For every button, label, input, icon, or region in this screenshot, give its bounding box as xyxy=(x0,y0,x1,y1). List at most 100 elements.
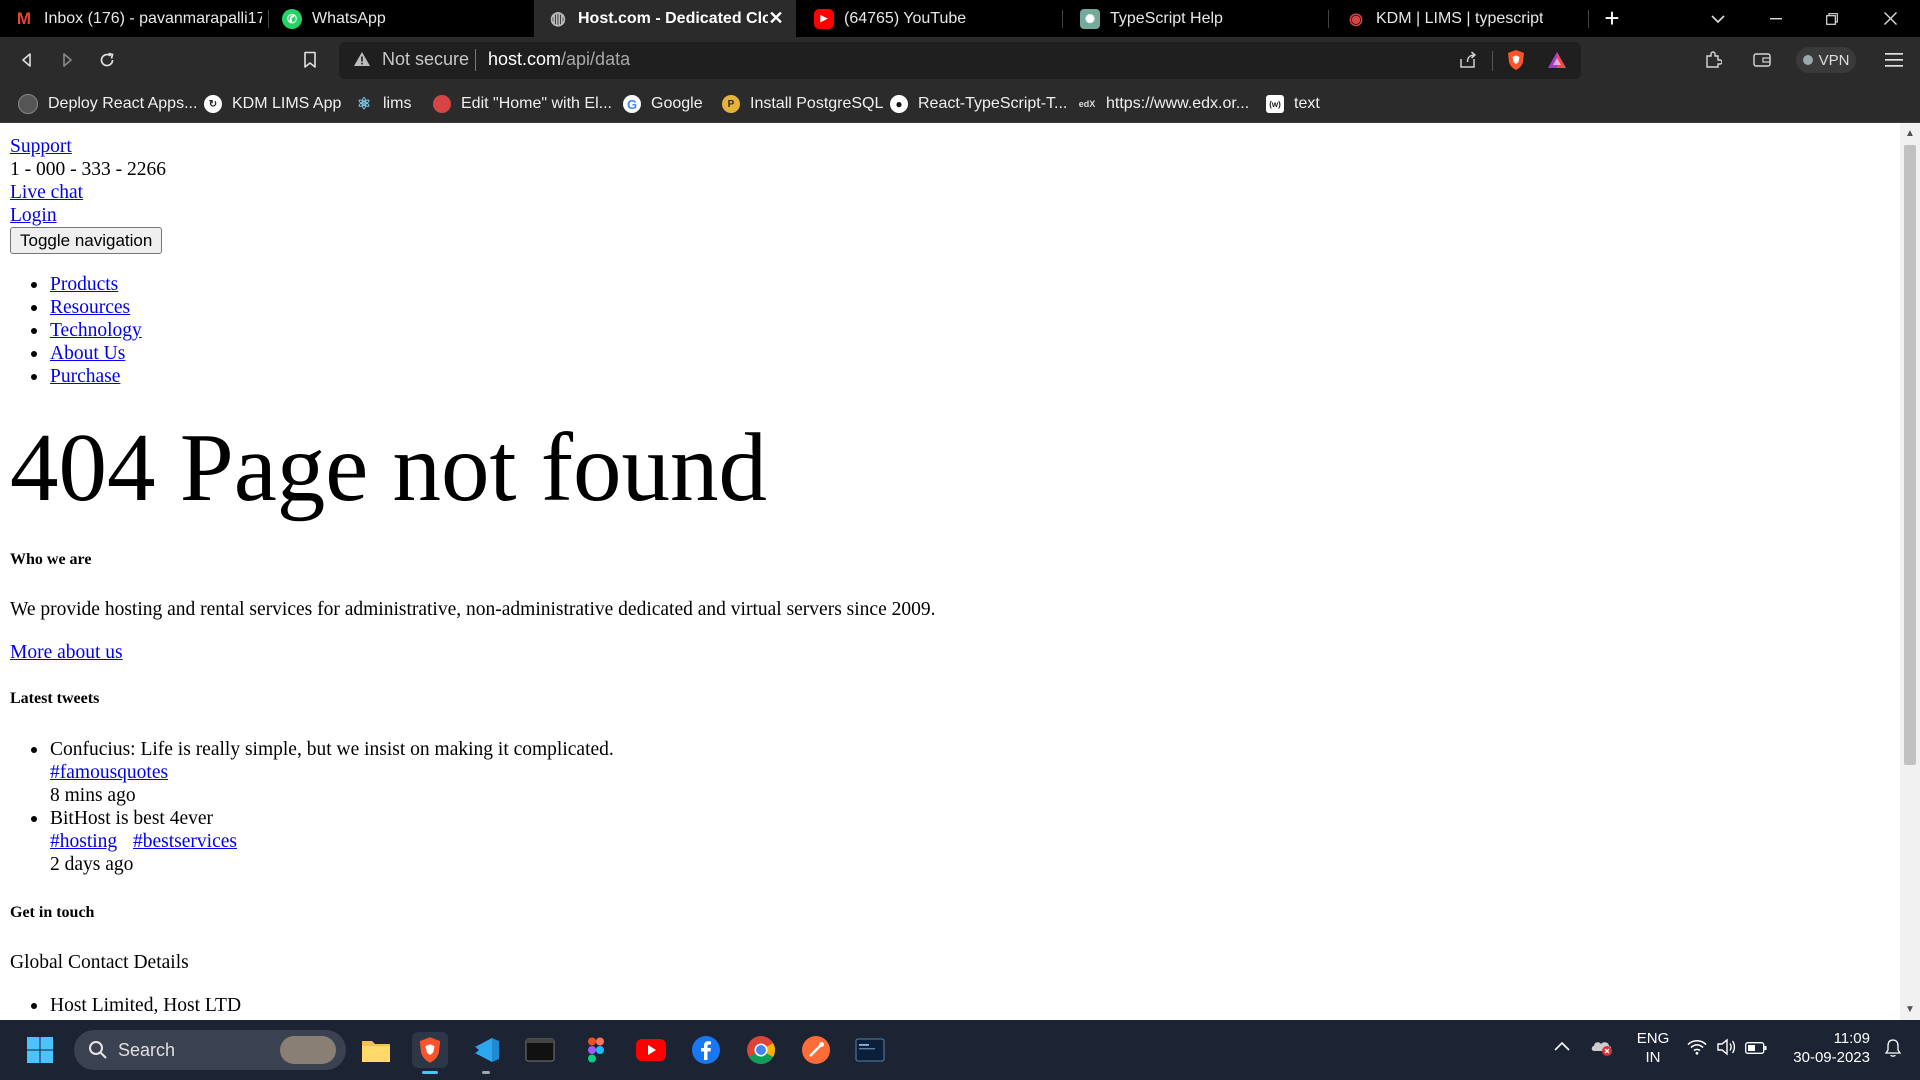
reload-button[interactable] xyxy=(93,46,121,74)
clock[interactable]: 11:09 30-09-2023 xyxy=(1780,1029,1870,1067)
page-viewport: Support 1 - 000 - 333 - 2266 Live chat L… xyxy=(0,123,1900,1020)
search-highlight-icon xyxy=(280,1036,336,1064)
language-indicator[interactable]: ENG IN xyxy=(1636,1029,1670,1067)
back-button[interactable] xyxy=(13,46,41,74)
nav-item-products[interactable]: Products xyxy=(30,273,118,296)
bookmark-install-postgresql[interactable]: P Install PostgreSQL xyxy=(722,93,883,115)
brave-taskbar-icon[interactable] xyxy=(412,1032,448,1074)
tab-title: KDM | LIMS | typescript xyxy=(1376,9,1544,27)
address-divider xyxy=(475,49,476,71)
tab-whatsapp[interactable]: ✆ WhatsApp xyxy=(268,0,530,37)
bookmark-label: https://www.edx.or... xyxy=(1106,95,1250,112)
tab-gmail[interactable]: M Inbox (176) - pavanmarapalli171 xyxy=(0,0,262,37)
support-link[interactable]: Support xyxy=(10,135,72,158)
bookmark-google[interactable]: G Google xyxy=(623,93,703,115)
url-text[interactable]: host.com/api/data xyxy=(488,49,630,70)
nav-item-resources[interactable]: Resources xyxy=(30,296,130,319)
wallet-icon[interactable] xyxy=(1748,46,1776,74)
bookmark-label: React-TypeScript-T... xyxy=(918,95,1068,112)
bookmark-deploy-react[interactable]: Deploy React Apps... xyxy=(18,93,197,115)
bookmark-label: Install PostgreSQL xyxy=(750,95,884,112)
bookmark-text[interactable]: (w) text xyxy=(1266,93,1320,115)
new-tab-button[interactable]: + xyxy=(1584,0,1640,37)
close-window-button[interactable] xyxy=(1862,0,1918,37)
postman-icon[interactable] xyxy=(798,1032,834,1068)
tweet-hashtag-link[interactable]: #famousquotes xyxy=(50,761,168,784)
onedrive-error-icon[interactable] xyxy=(1590,1036,1614,1061)
who-we-are-heading: Who we are xyxy=(10,551,92,568)
github-icon: ● xyxy=(890,95,908,113)
security-status[interactable]: Not secure xyxy=(382,49,469,70)
bookmark-react-typescript[interactable]: ● React-TypeScript-T... xyxy=(890,93,1067,115)
minimize-button[interactable] xyxy=(1748,0,1804,37)
vpn-button[interactable]: VPN xyxy=(1796,47,1856,73)
login-link[interactable]: Login xyxy=(10,204,57,227)
kdm-icon: ◉ xyxy=(1349,10,1363,28)
tab-youtube[interactable]: ▶ (64765) YouTube xyxy=(800,0,1062,37)
vpn-status-icon xyxy=(1802,55,1813,65)
file-explorer-icon[interactable] xyxy=(358,1032,394,1068)
show-hidden-icons-icon[interactable] xyxy=(1554,1038,1570,1056)
region-code: IN xyxy=(1645,1049,1661,1066)
tab-host-active[interactable]: ◍ Host.com - Dedicated Clouc ✕ xyxy=(534,0,796,37)
toggle-navigation-button[interactable]: Toggle navigation xyxy=(10,227,163,254)
scroll-down-arrow-icon[interactable]: ▼ xyxy=(1905,1004,1915,1015)
omnibox-divider xyxy=(1492,51,1493,71)
nav-item-technology[interactable]: Technology xyxy=(31,319,142,342)
more-about-us-link[interactable]: More about us xyxy=(10,641,123,664)
tab-title: (64765) YouTube xyxy=(844,9,967,27)
mysql-workbench-icon[interactable] xyxy=(852,1032,888,1068)
vpn-label: VPN xyxy=(1818,51,1850,69)
brave-shields-icon[interactable] xyxy=(1502,46,1530,74)
tab-title: WhatsApp xyxy=(312,9,386,27)
restore-button[interactable] xyxy=(1804,0,1860,37)
chrome-icon[interactable] xyxy=(743,1032,779,1068)
battery-icon[interactable] xyxy=(1745,1041,1767,1059)
youtube-taskbar-icon[interactable] xyxy=(633,1032,669,1068)
figma-icon[interactable] xyxy=(578,1032,614,1068)
tab-title: Inbox (176) - pavanmarapalli171 xyxy=(44,9,262,27)
warning-icon[interactable] xyxy=(353,51,371,72)
scrollbar-thumb[interactable] xyxy=(1904,145,1916,765)
facebook-icon[interactable] xyxy=(688,1032,724,1068)
taskbar-search[interactable]: Search xyxy=(74,1030,346,1070)
nav-item-about-us[interactable]: About Us xyxy=(30,342,125,365)
taskbar: Search ENG IN 11:09 30-09-2023 xyxy=(0,1020,1920,1080)
forward-button[interactable] xyxy=(53,46,81,74)
share-icon[interactable] xyxy=(1454,46,1482,74)
postgres-icon: P xyxy=(722,95,740,113)
bookmark-button[interactable] xyxy=(296,46,324,74)
live-chat-link[interactable]: Live chat xyxy=(10,181,83,204)
tab-strip: M Inbox (176) - pavanmarapalli171 ✆ What… xyxy=(0,0,1920,37)
bookmarks-bar: Deploy React Apps... ↻ KDM LIMS App ⚛ li… xyxy=(0,84,1920,123)
close-tab-icon[interactable]: ✕ xyxy=(766,8,786,28)
tab-typescript-help[interactable]: ✺ TypeScript Help xyxy=(1066,0,1328,37)
phone-number: 1 - 000 - 333 - 2266 xyxy=(10,159,166,180)
bookmark-lims[interactable]: ⚛ lims xyxy=(355,93,412,115)
bookmark-kdm-lims-app[interactable]: ↻ KDM LIMS App xyxy=(204,93,341,115)
wifi-icon[interactable] xyxy=(1687,1039,1707,1060)
bookmark-edx[interactable]: edX https://www.edx.or... xyxy=(1078,93,1249,115)
tab-search-button[interactable] xyxy=(1690,0,1746,37)
terminal-icon[interactable] xyxy=(522,1032,558,1068)
nav-item-purchase[interactable]: Purchase xyxy=(30,365,120,388)
kdm-app-icon: ↻ xyxy=(204,95,222,113)
contact-item: Host Limited, Host LTD xyxy=(30,995,242,1016)
bookmark-edit-home[interactable]: Edit "Home" with El... xyxy=(433,93,612,115)
menu-icon[interactable] xyxy=(1880,46,1908,74)
tab-kdm-lims[interactable]: ◉ KDM | LIMS | typescript xyxy=(1332,0,1594,37)
tweet-hashtag-link[interactable]: #hosting xyxy=(50,830,117,853)
chrome-ext-icon xyxy=(433,95,451,113)
url-host: host.com xyxy=(488,49,562,69)
globe-icon: ◍ xyxy=(550,8,566,28)
notification-bell-icon[interactable] xyxy=(1884,1038,1902,1063)
vscode-icon[interactable] xyxy=(468,1032,504,1074)
scroll-up-arrow-icon[interactable]: ▲ xyxy=(1905,128,1915,139)
volume-icon[interactable] xyxy=(1716,1038,1736,1061)
gmail-icon: M xyxy=(16,8,32,28)
windows-start-icon[interactable] xyxy=(22,1032,58,1068)
extensions-icon[interactable] xyxy=(1699,46,1727,74)
chatgpt-icon: ✺ xyxy=(1080,8,1100,29)
tweet-hashtag-link[interactable]: #bestservices xyxy=(133,830,237,853)
brave-rewards-icon[interactable] xyxy=(1543,46,1571,74)
